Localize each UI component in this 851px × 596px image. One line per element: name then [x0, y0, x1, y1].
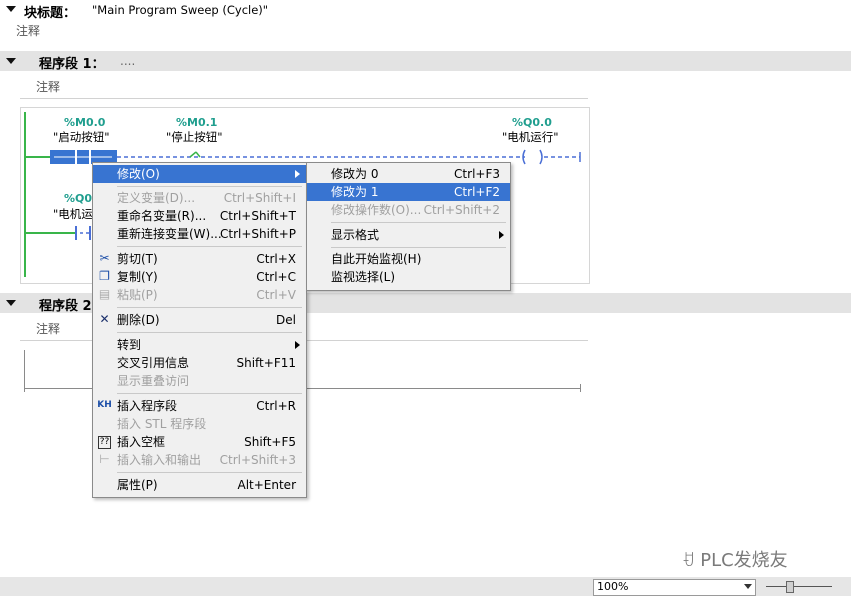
- empty-box-icon: ??: [98, 436, 111, 449]
- menu-overlapping-access[interactable]: 显示重叠访问: [93, 372, 306, 390]
- submenu-arrow-icon: [295, 341, 300, 349]
- menu-modify[interactable]: 修改(O): [93, 165, 306, 183]
- menu-insert-io[interactable]: ⊢ 插入输入和输出 Ctrl+Shift+3: [93, 451, 306, 469]
- submenu-modify-operand[interactable]: 修改操作数(O)... Ctrl+Shift+2: [307, 201, 510, 219]
- menu-cut[interactable]: ✂ 剪切(T) Ctrl+X: [93, 250, 306, 268]
- submenu-monitor-selection[interactable]: 监视选择(L): [307, 268, 510, 286]
- network2-label: 程序段 2: [39, 299, 92, 314]
- menu-properties[interactable]: 属性(P) Alt+Enter: [93, 476, 306, 494]
- menu-cross-reference[interactable]: 交叉引用信息 Shift+F11: [93, 354, 306, 372]
- copy-icon: ❐: [99, 269, 110, 283]
- submenu-modify-to-0[interactable]: 修改为 0 Ctrl+F3: [307, 165, 510, 183]
- menu-delete[interactable]: ✕ 删除(D) Del: [93, 311, 306, 329]
- network2-rail: [24, 350, 25, 392]
- submenu-display-format[interactable]: 显示格式: [307, 226, 510, 244]
- zoom-slider[interactable]: [766, 581, 832, 593]
- menu-goto[interactable]: 转到: [93, 336, 306, 354]
- network2-rung-end: [580, 384, 581, 392]
- chevron-down-icon[interactable]: [744, 584, 752, 589]
- menu-insert-stl-network[interactable]: 插入 STL 程序段: [93, 415, 306, 433]
- watermark: ꀀ PLC发烧友: [682, 550, 788, 571]
- scissors-icon: ✂: [99, 251, 110, 265]
- collapse-network2-icon[interactable]: [6, 300, 16, 306]
- context-menu: 修改(O) 定义变量(D)... Ctrl+Shift+I 重命名变量(R)...…: [92, 162, 307, 498]
- menu-rename-tag[interactable]: 重命名变量(R)... Ctrl+Shift+T: [93, 207, 306, 225]
- submenu-arrow-icon: [295, 170, 300, 178]
- menu-paste[interactable]: ▤ 粘贴(P) Ctrl+V: [93, 286, 306, 304]
- submenu-arrow-icon: [499, 231, 504, 239]
- submenu-monitor-from-here[interactable]: 自此开始监视(H): [307, 250, 510, 268]
- menu-insert-empty-box[interactable]: ?? 插入空框 Shift+F5: [93, 433, 306, 451]
- menu-rewire-tag[interactable]: 重新连接变量(W)... Ctrl+Shift+P: [93, 225, 306, 243]
- submenu-modify-to-1[interactable]: 修改为 1 Ctrl+F2: [307, 183, 510, 201]
- insert-io-icon: ⊢: [99, 452, 110, 466]
- insert-network-icon: KH: [97, 400, 112, 410]
- delete-icon: ✕: [99, 312, 110, 326]
- modify-submenu: 修改为 0 Ctrl+F3 修改为 1 Ctrl+F2 修改操作数(O)... Ctr…: [306, 162, 511, 291]
- menu-define-tag[interactable]: 定义变量(D)... Ctrl+Shift+I: [93, 189, 306, 207]
- menu-copy[interactable]: ❐ 复制(Y) Ctrl+C: [93, 268, 306, 286]
- menu-insert-network[interactable]: KH 插入程序段 Ctrl+R: [93, 397, 306, 415]
- zoom-slider-thumb[interactable]: [786, 581, 794, 593]
- paste-icon: ▤: [98, 287, 111, 301]
- wechat-icon: ꀀ: [682, 551, 695, 570]
- zoom-select[interactable]: 100%: [593, 579, 756, 596]
